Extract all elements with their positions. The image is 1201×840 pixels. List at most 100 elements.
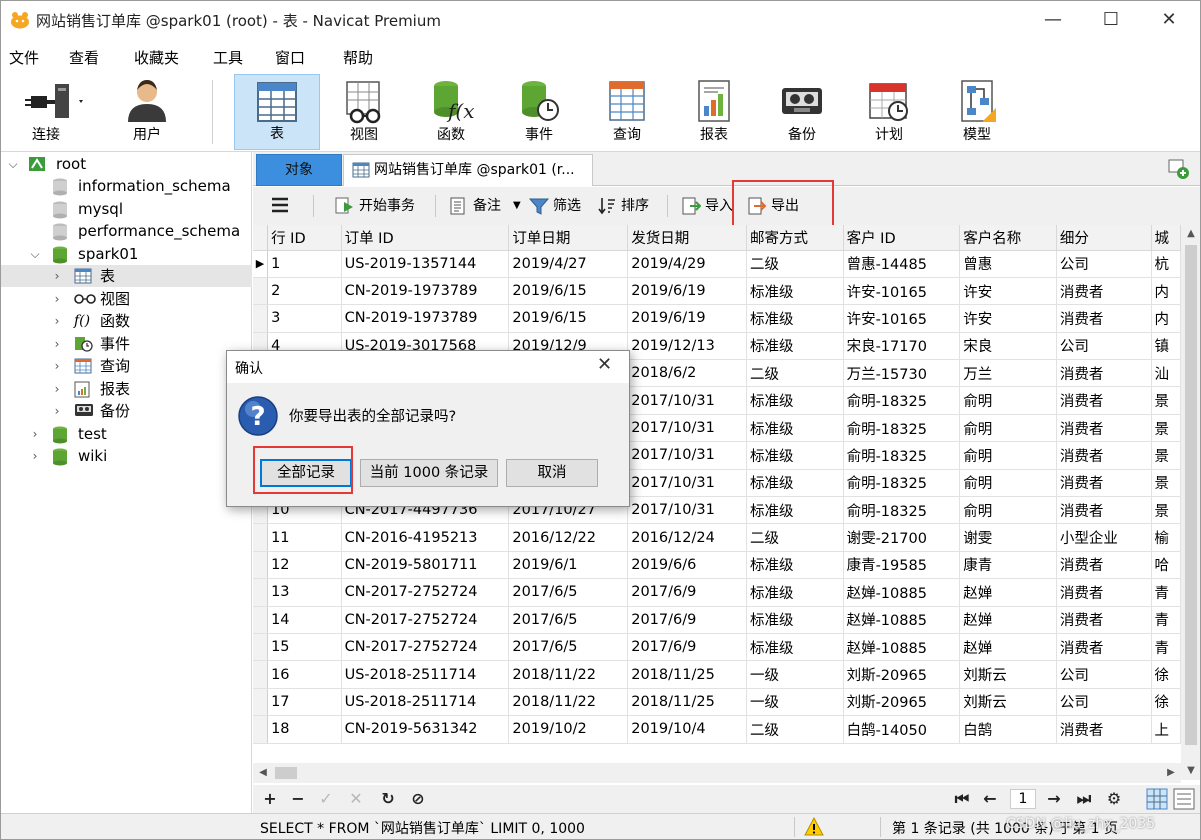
table-cell[interactable]: 2 (267, 277, 342, 306)
table-cell[interactable]: 俞明 (959, 441, 1057, 470)
export-current-records-button[interactable]: 当前 1000 条记录 (360, 459, 498, 487)
table-cell[interactable]: 公司 (1056, 250, 1152, 278)
tree-db-item[interactable]: information_schema (0, 175, 252, 197)
table-row[interactable]: 11 CN-2016-4195213 2016/12/22 2016/12/24 二级谢… (253, 523, 1181, 552)
table-row[interactable]: 3 CN-2019-1973789 2019/6/15 2019/6/19 标准级 许安-… (253, 304, 1181, 333)
table-cell[interactable]: US-2018-2511714 (341, 660, 510, 689)
tree-backups[interactable]: › 备份 (0, 400, 252, 422)
table-cell[interactable]: 2017/10/31 (627, 414, 748, 443)
table-cell[interactable]: CN-2019-5631342 (341, 715, 510, 744)
schedule-button[interactable]: 计划 (846, 74, 932, 150)
menu-window[interactable]: 窗口 (275, 47, 305, 68)
tree-db-spark01[interactable]: ⌵ spark01 (0, 243, 252, 265)
menu-favorites[interactable]: 收藏夹 (134, 47, 179, 68)
tree-reports[interactable]: › 报表 (0, 378, 252, 400)
table-row[interactable]: 16 US-2018-2511714 2018/11/22 2018/11/25 一级刘… (253, 660, 1181, 689)
table-cell[interactable]: 青 (1151, 578, 1181, 607)
table-cell[interactable]: 二级 (746, 359, 844, 388)
table-row[interactable]: 15 CN-2017-2752724 2017/6/5 2017/6/9 标准级 赵婵-1… (253, 633, 1181, 662)
table-cell[interactable]: 2019/4/29 (627, 250, 748, 278)
tree-db-test[interactable]: › test (0, 423, 252, 445)
table-row[interactable]: 17 US-2018-2511714 2018/11/22 2018/11/25 一级刘… (253, 688, 1181, 717)
tree-views[interactable]: › 视图 (0, 288, 252, 310)
table-cell[interactable]: 2019/6/1 (508, 551, 629, 580)
column-header[interactable]: 行 ID (267, 225, 342, 251)
gear-icon[interactable]: ⚙ (1103, 789, 1125, 809)
table-cell[interactable]: 二级 (746, 715, 844, 744)
table-cell[interactable]: 1 (267, 250, 342, 278)
chevron-right-icon[interactable]: › (50, 333, 64, 355)
table-cell[interactable]: CN-2017-2752724 (341, 633, 510, 662)
table-cell[interactable]: 2016/12/24 (627, 523, 748, 552)
function-button[interactable]: f(x) 函数 (408, 74, 494, 150)
row-indicator[interactable] (253, 688, 269, 717)
refresh-icon[interactable]: ↻ (377, 789, 399, 809)
table-cell[interactable]: 2016/12/22 (508, 523, 629, 552)
memo-button[interactable]: 备注 ▼ (449, 194, 521, 218)
table-cell[interactable]: 消费者 (1056, 578, 1152, 607)
table-cell[interactable]: 公司 (1056, 332, 1152, 361)
row-indicator[interactable] (253, 304, 269, 333)
event-button[interactable]: 事件 (496, 74, 582, 150)
menu-help[interactable]: 帮助 (343, 47, 373, 68)
table-cell[interactable]: 16 (267, 660, 342, 689)
chevron-right-icon[interactable]: › (28, 423, 42, 445)
table-cell[interactable]: 2018/11/22 (508, 660, 629, 689)
table-cell[interactable]: 小型企业 (1056, 523, 1152, 552)
table-cell[interactable]: 俞明 (959, 496, 1057, 525)
scroll-up-icon[interactable]: ▲ (1181, 225, 1201, 243)
table-cell[interactable]: 青 (1151, 633, 1181, 662)
table-cell[interactable]: 宋良-17170 (843, 332, 961, 361)
row-indicator[interactable] (253, 277, 269, 306)
table-cell[interactable]: 标准级 (746, 578, 844, 607)
table-cell[interactable]: 刘斯云 (959, 688, 1057, 717)
scroll-thumb[interactable] (275, 767, 297, 779)
chevron-right-icon[interactable]: › (50, 288, 64, 310)
delete-record-icon[interactable]: − (287, 789, 309, 809)
tree-db-wiki[interactable]: › wiki (0, 445, 252, 467)
table-cell[interactable]: 2017/10/31 (627, 386, 748, 415)
table-cell[interactable]: 2019/4/27 (508, 250, 629, 278)
discard-icon[interactable]: ✕ (345, 789, 367, 809)
table-cell[interactable]: 赵婵-10885 (843, 578, 961, 607)
maximize-button[interactable]: ☐ (1088, 4, 1134, 36)
menu-file[interactable]: 文件 (9, 47, 39, 68)
next-page-icon[interactable]: → (1043, 789, 1065, 809)
table-cell[interactable]: 消费者 (1056, 606, 1152, 634)
table-cell[interactable]: 俞明 (959, 414, 1057, 443)
view-button[interactable]: 视图 (321, 74, 407, 150)
table-cell[interactable]: 景 (1151, 386, 1181, 415)
table-cell[interactable]: 公司 (1056, 660, 1152, 689)
table-cell[interactable]: 2017/6/5 (508, 633, 629, 662)
table-cell[interactable]: 白鹄-14050 (843, 715, 961, 744)
row-indicator[interactable] (253, 523, 269, 552)
table-cell[interactable]: 徐 (1151, 688, 1181, 717)
table-cell[interactable]: 18 (267, 715, 342, 744)
close-button[interactable]: ✕ (1146, 4, 1192, 36)
table-cell[interactable]: 刘斯云 (959, 660, 1057, 689)
current-row-marker-icon[interactable]: ▶ (253, 250, 269, 278)
table-cell[interactable]: 青 (1151, 606, 1181, 634)
table-cell[interactable]: 康青-19585 (843, 551, 961, 580)
tree-db-item[interactable]: performance_schema (0, 220, 252, 242)
table-row[interactable]: 18 CN-2019-5631342 2019/10/2 2019/10/4 二级 白鹄-… (253, 715, 1181, 744)
menu-view[interactable]: 查看 (69, 47, 99, 68)
row-indicator[interactable] (253, 633, 269, 662)
table-cell[interactable]: 11 (267, 523, 342, 552)
table-cell[interactable]: 谢雯 (959, 523, 1057, 552)
table-cell[interactable]: 标准级 (746, 633, 844, 662)
model-button[interactable]: 模型 (934, 74, 1020, 150)
table-row[interactable]: ▶ 1 US-2019-1357144 2019/4/27 2019/4/29 二级 曾惠-… (253, 250, 1181, 278)
table-cell[interactable]: 2019/12/13 (627, 332, 748, 361)
table-cell[interactable]: 2017/6/5 (508, 578, 629, 607)
tree-root[interactable]: ⌵ root (0, 153, 252, 175)
table-cell[interactable]: 曾惠-14485 (843, 250, 961, 278)
table-cell[interactable]: 俞明-18325 (843, 414, 961, 443)
table-cell[interactable]: 标准级 (746, 551, 844, 580)
table-cell[interactable]: 2017/6/9 (627, 633, 748, 662)
table-cell[interactable]: 赵婵 (959, 606, 1057, 634)
table-cell[interactable]: 2017/10/31 (627, 469, 748, 498)
table-cell[interactable]: 赵婵-10885 (843, 633, 961, 662)
table-cell[interactable]: US-2019-1357144 (341, 250, 510, 278)
row-indicator[interactable] (253, 606, 269, 634)
